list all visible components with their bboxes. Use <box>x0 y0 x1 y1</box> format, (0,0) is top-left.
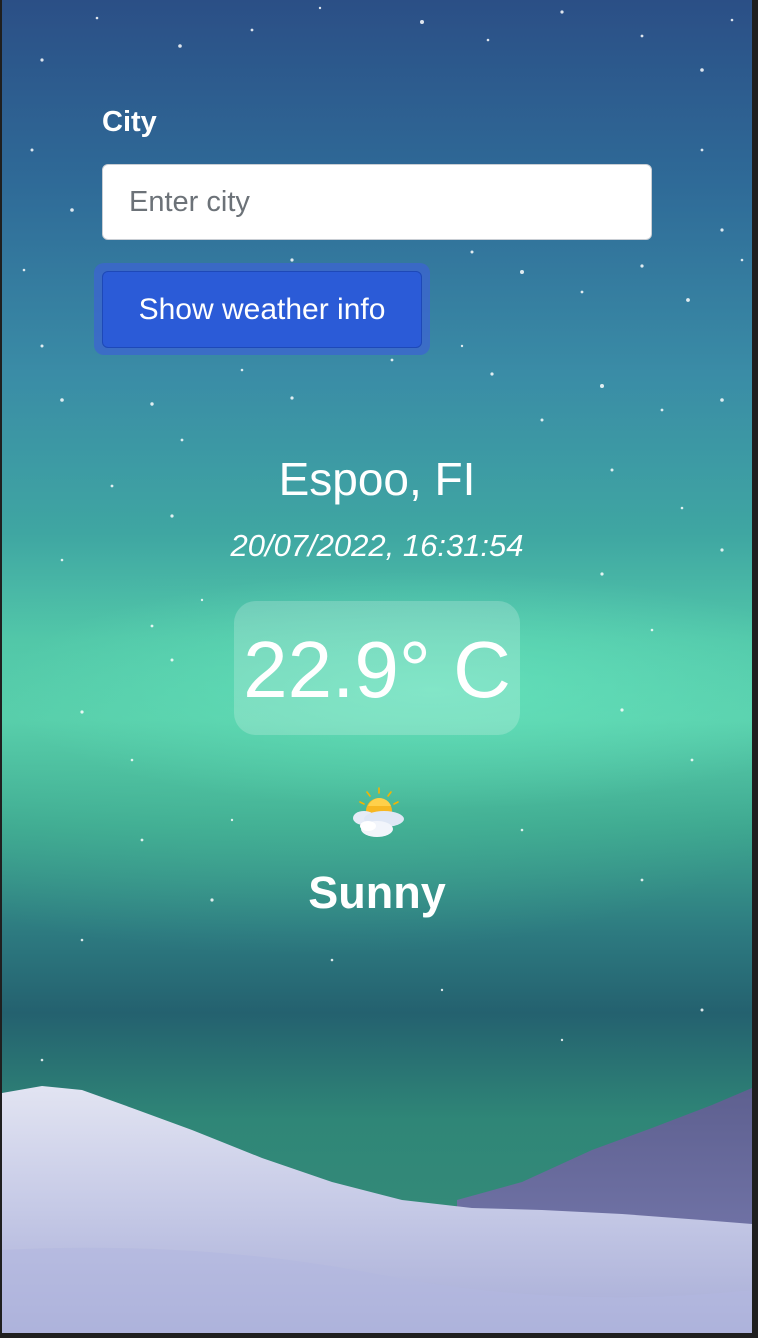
show-weather-button[interactable]: Show weather info <box>102 271 422 348</box>
city-label: City <box>102 106 157 138</box>
weather-app: City Show weather info Espoo, FI 20/07/2… <box>2 0 752 1333</box>
weather-condition: Sunny <box>308 867 446 918</box>
window-edge <box>752 0 758 1338</box>
location-heading: Espoo, FI <box>278 453 476 505</box>
datetime-text: 20/07/2022, 16:31:54 <box>230 528 524 563</box>
temperature-box: 22.9° C <box>234 601 520 735</box>
city-input[interactable] <box>102 164 652 240</box>
sun-behind-cloud-icon <box>353 787 404 837</box>
temperature-value: 22.9° C <box>243 625 511 714</box>
